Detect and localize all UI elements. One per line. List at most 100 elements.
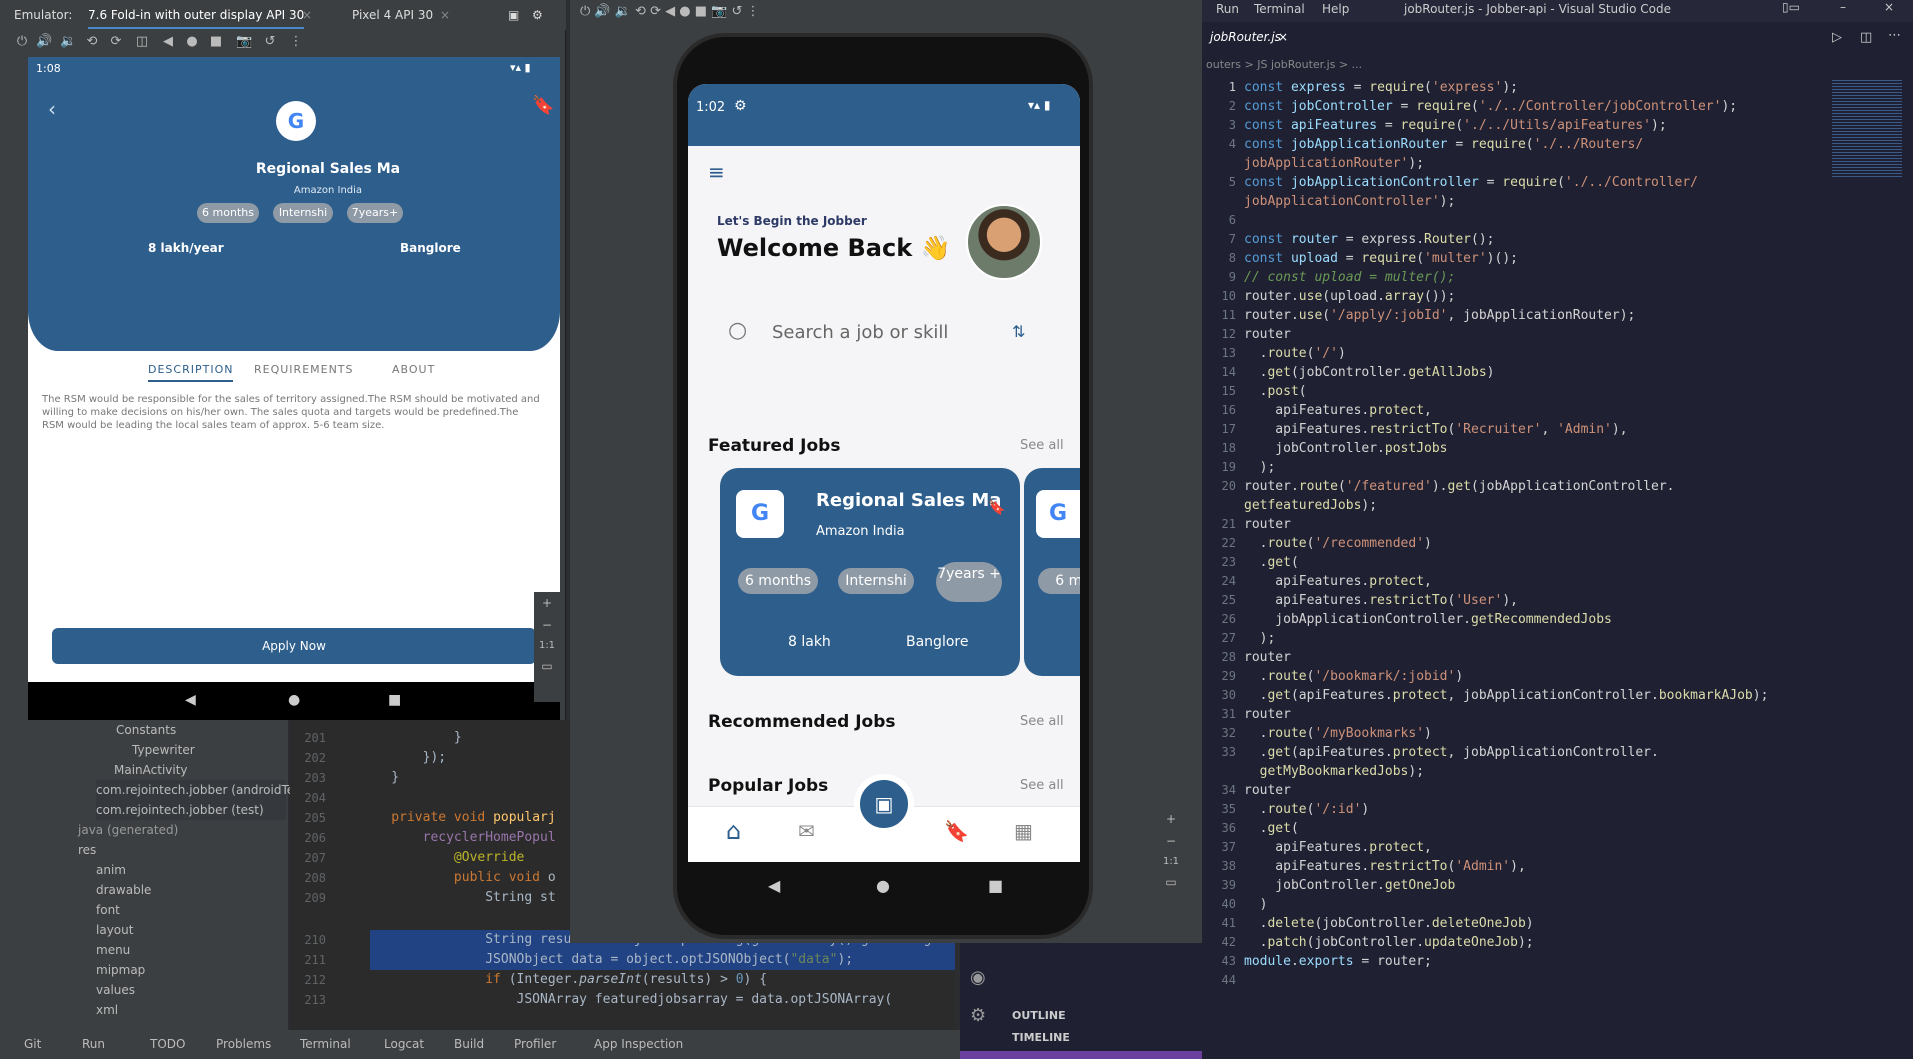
back-icon[interactable]: ◀ [160,34,176,50]
gear-icon[interactable]: ⚙ [970,1005,986,1026]
tab-pixel4-device[interactable]: Pixel 4 API 30 [352,8,433,22]
tree-item[interactable]: font [96,900,120,920]
gear-icon[interactable]: ⚙ [532,8,543,22]
zoom-in-icon[interactable]: + [534,596,560,610]
tree-item[interactable]: layout [96,920,133,940]
tree-item[interactable]: java (generated) [78,820,178,840]
account-icon[interactable]: ◉ [970,967,986,988]
tree-item[interactable]: MainActivity [114,760,188,780]
zoom-reset[interactable]: 1:1 [1158,856,1184,867]
tree-item[interactable]: mipmap [96,960,145,980]
reset-icon[interactable]: ↺ [262,34,278,50]
nav-back-icon[interactable]: ◀ [768,876,780,895]
menu-icon[interactable]: ≡ [708,160,730,184]
run-tab[interactable]: Run [82,1037,105,1051]
build-tab[interactable]: Build [454,1037,484,1051]
screenshot-icon[interactable]: ▭ [1158,875,1184,889]
code-line: JSONObject data = object.optJSONObject("… [360,952,854,967]
nav-home-icon[interactable]: ● [288,692,300,708]
rotate-right-icon[interactable]: ⟳ [108,34,124,50]
see-all-featured-link[interactable]: See all [1020,438,1064,453]
nav-back-icon[interactable]: ◀ [185,692,196,708]
line-number: 10 [1221,289,1236,303]
volume-down-icon[interactable]: 🔉 [60,34,76,50]
settings-icon: ⚙ [734,98,747,114]
post-job-fab[interactable]: ▣ [854,774,914,834]
grid-icon[interactable]: ▦ [1014,819,1033,843]
logcat-tab[interactable]: Logcat [384,1037,424,1051]
fold-icon[interactable]: ◫ [134,34,150,50]
tab-description[interactable]: DESCRIPTION [148,363,234,382]
tree-item[interactable]: menu [96,940,130,960]
outline-section[interactable]: OUTLINE [1012,1009,1066,1022]
layout-icon[interactable]: ▯▭ [1782,0,1800,14]
camera-icon[interactable]: 📷 [236,34,252,50]
search-input[interactable]: Search a job or skill [772,322,948,343]
run-icon[interactable]: ▷ [1832,30,1842,45]
tab-requirements[interactable]: REQUIREMENTS [254,363,354,376]
close-icon[interactable]: × [1278,30,1288,44]
home-icon[interactable]: ⌂ [726,817,741,845]
mail-icon[interactable]: ✉ [798,819,815,843]
power-icon[interactable]: ⏻ [14,34,30,50]
code-line: jobController.getOneJob [1244,878,1456,893]
close-icon[interactable]: × [440,8,450,22]
code-editor[interactable]: 1 const express = require('express'); 2 co… [1202,78,1822,987]
more-icon[interactable]: ⋯ [1888,28,1901,43]
tree-item[interactable]: drawable [96,880,151,900]
split-editor-icon[interactable]: ◫ [1860,30,1872,45]
zoom-reset[interactable]: 1:1 [534,640,560,651]
tree-item[interactable]: values [96,980,135,1000]
volume-up-icon[interactable]: 🔊 [36,34,52,50]
see-all-popular-link[interactable]: See all [1020,778,1064,793]
minimize-icon[interactable]: – [1840,0,1846,14]
screenshot-icon[interactable]: ▭ [534,659,560,673]
tab-fold-device[interactable]: 7.6 Fold-in with outer display API 30 [88,8,305,29]
git-tab[interactable]: Git [24,1037,41,1051]
timeline-section[interactable]: TIMELINE [1012,1031,1070,1044]
tree-item[interactable]: Constants [116,720,176,740]
home-icon[interactable]: ● [184,34,200,50]
overview-icon[interactable]: ■ [208,34,224,50]
tree-item[interactable]: res [78,840,96,860]
close-icon[interactable]: × [1884,0,1894,14]
apply-now-button[interactable]: Apply Now [52,628,536,664]
nav-home-icon[interactable]: ● [876,876,890,895]
tree-item[interactable]: anim [96,860,126,880]
terminal-tab[interactable]: Terminal [300,1037,351,1051]
nav-recents-icon[interactable]: ■ [988,876,1003,895]
tab-jobrouter[interactable]: jobRouter.js [1202,30,1289,44]
line-number: 206 [304,831,326,845]
more-icon[interactable]: ⋮ [288,34,304,50]
tree-item[interactable]: Typewriter [132,740,195,760]
bookmark-icon[interactable]: 🔖 [988,500,1005,516]
rotate-left-icon[interactable]: ⟲ [84,34,100,50]
zoom-out-icon[interactable]: − [534,618,560,632]
app-inspection-tab[interactable]: App Inspection [594,1037,683,1051]
bookmark-icon[interactable]: 🔖 [944,819,969,843]
menu-help[interactable]: Help [1322,2,1349,16]
problems-tab[interactable]: Problems [216,1037,271,1051]
breadcrumb-text[interactable]: outers > JS jobRouter.js > ... [1206,58,1362,71]
close-icon[interactable]: × [302,8,312,22]
zoom-in-icon[interactable]: + [1158,812,1184,826]
filter-icon[interactable]: ⇅ [1012,322,1025,341]
zoom-out-icon[interactable]: − [1158,834,1184,848]
featured-job-card[interactable]: G 6 mo [1024,468,1080,676]
todo-tab[interactable]: TODO [150,1037,185,1051]
tree-item[interactable]: com.rejointech.jobber (androidTest) [96,780,310,800]
featured-job-card[interactable]: G Regional Sales Ma Amazon India 🔖 6 mon… [720,468,1020,676]
menu-terminal[interactable]: Terminal [1254,2,1305,16]
bookmark-add-icon[interactable]: 🔖 [532,95,554,116]
profiler-tab[interactable]: Profiler [514,1037,556,1051]
tree-item[interactable]: com.rejointech.jobber (test) [96,800,286,820]
avatar[interactable] [966,204,1042,280]
back-arrow-icon[interactable]: ‹ [48,97,56,121]
layout-icon[interactable]: ▣ [508,8,519,22]
see-all-recommended-link[interactable]: See all [1020,714,1064,729]
tab-about[interactable]: ABOUT [392,363,435,376]
tree-item[interactable]: xml [96,1000,118,1020]
minimap[interactable] [1832,78,1902,178]
menu-run[interactable]: Run [1216,2,1239,16]
nav-recents-icon[interactable]: ■ [388,692,401,708]
